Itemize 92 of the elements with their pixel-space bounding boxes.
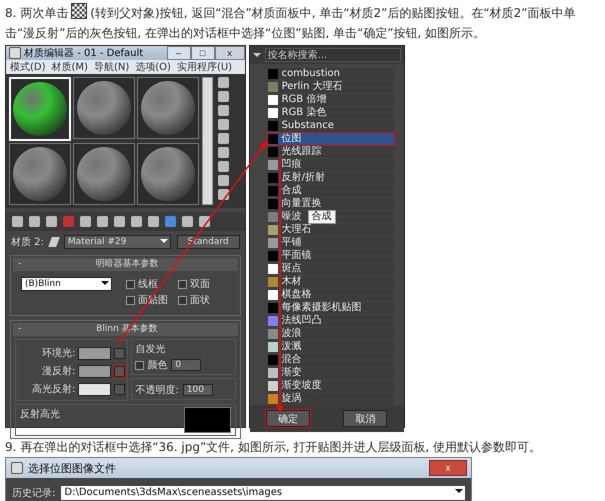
map-list-item[interactable]: 旋涡 xyxy=(268,393,394,405)
map-list-item[interactable]: 合成 xyxy=(268,185,394,197)
rollout-header[interactable]: - 明暗器基本参数 xyxy=(13,258,238,271)
tool-icon[interactable] xyxy=(218,91,229,102)
color-label: 高光反射: xyxy=(32,382,76,396)
tool-icon[interactable] xyxy=(131,216,142,227)
map-list-item[interactable]: Perlin 大理石 xyxy=(268,81,394,93)
map-list-item[interactable]: RGB 倍增 xyxy=(268,94,394,106)
tool-icon[interactable] xyxy=(182,216,193,227)
map-list-item[interactable]: Substance xyxy=(268,120,394,132)
opacity-label: 不透明度: xyxy=(135,384,179,397)
map-list-item[interactable]: 木材 xyxy=(268,276,394,288)
map-list-item[interactable]: 光线跟踪 xyxy=(268,146,394,158)
map-list-item[interactable]: 噪波 合成 xyxy=(268,211,394,223)
app-icon xyxy=(11,462,23,474)
map-button[interactable] xyxy=(114,384,126,394)
history-label: 历史记录: xyxy=(12,486,56,500)
history-dropdown[interactable]: D:\Documents\3dsMax\sceneassets\images xyxy=(61,486,465,500)
option-checkbox[interactable]: 面状 xyxy=(178,293,210,307)
map-button[interactable] xyxy=(114,366,126,376)
tool-icon[interactable] xyxy=(218,119,229,130)
tool-icon[interactable] xyxy=(12,216,23,227)
dialog-button[interactable]: 取消 xyxy=(343,410,388,427)
map-list-item[interactable]: 渐变坡度 xyxy=(268,380,394,392)
map-list-item[interactable]: 位图 xyxy=(268,133,394,145)
map-list-item[interactable]: 渐变 xyxy=(268,367,394,379)
color-swatch[interactable] xyxy=(78,346,112,360)
map-list-item[interactable]: 斑点 xyxy=(268,263,394,275)
dialog-button[interactable]: 确定 xyxy=(266,410,310,427)
tool-icon[interactable] xyxy=(148,216,159,227)
tool-icon[interactable] xyxy=(80,216,91,227)
menu-item[interactable]: 导航(N) xyxy=(94,60,130,74)
step-paragraph: 9. 再在弹出的对话框中选择“36. jpg”文件, 如图所示, 打开贴图并进人层级面板, 使用默认参数即可。 xyxy=(4,439,542,456)
option-checkbox[interactable]: 线框 xyxy=(126,277,168,291)
search-field[interactable]: 按名称搜索... xyxy=(250,46,404,64)
map-list-item[interactable]: 棋盘格 xyxy=(268,289,394,301)
map-list-item[interactable]: 混合 xyxy=(268,354,394,366)
material-label: 材质 2: xyxy=(11,236,44,249)
menu-item[interactable]: 材质(M) xyxy=(52,60,88,74)
tool-icon[interactable] xyxy=(46,216,57,227)
tool-icon[interactable] xyxy=(218,175,229,186)
eyedropper-icon[interactable] xyxy=(48,237,60,247)
map-list-item[interactable]: 泼溅 xyxy=(268,341,394,353)
tool-icon[interactable] xyxy=(97,216,108,227)
tool-icon[interactable] xyxy=(114,216,125,227)
group-title: 反射高光 xyxy=(20,408,60,422)
tool-icon[interactable] xyxy=(218,133,229,144)
window-button[interactable]: □ xyxy=(190,46,215,60)
map-list-item[interactable]: 大理石 xyxy=(268,224,394,236)
close-button[interactable]: x xyxy=(429,460,467,476)
tool-icon[interactable] xyxy=(63,216,74,227)
map-list-item[interactable]: RGB 染色 xyxy=(268,107,394,119)
map-list-item[interactable]: 波浪 xyxy=(268,328,394,340)
map-list-item[interactable]: 每像素摄影机贴图 xyxy=(268,302,394,314)
tool-icon[interactable] xyxy=(218,147,229,158)
tool-icon[interactable] xyxy=(29,216,40,227)
menu-item[interactable]: 实用程序(U) xyxy=(176,60,232,74)
value-spinner[interactable]: 0 xyxy=(171,359,202,371)
step-paragraph: 8. 两次单击 (转到父对象)按钮, 返回“混合”材质面板中, 单击“材质2”后的贴图按钮。在“材质2”面板中单击“漫反射”后的灰色按钮, 在弹出的对话框中选择“位图”贴图, 单击“确定”按钮, 如图所示。 xyxy=(0,0,605,43)
scrollbar[interactable] xyxy=(202,77,213,205)
group-title: 自发光 xyxy=(135,344,166,355)
map-list-item[interactable]: 向量置换 xyxy=(268,198,394,210)
color-swatch[interactable] xyxy=(78,364,112,378)
tool-icon[interactable] xyxy=(218,161,229,172)
tooltip: 合成 xyxy=(308,210,336,224)
menu-item[interactable]: 选项(O) xyxy=(135,60,171,74)
material-name-dropdown[interactable]: Material #29 xyxy=(64,235,171,249)
window-button[interactable]: x xyxy=(214,46,245,60)
map-button[interactable] xyxy=(114,348,126,358)
map-list-item[interactable]: 反射/折射 xyxy=(268,172,394,184)
color-checkbox[interactable]: 颜色 xyxy=(135,358,168,372)
shader-dropdown[interactable]: (B)Blinn xyxy=(21,277,112,291)
opacity-spinner[interactable]: 100 xyxy=(182,384,213,396)
tool-icon[interactable] xyxy=(165,216,176,227)
tool-icon[interactable] xyxy=(218,105,229,116)
map-list-item[interactable]: 凹痕 xyxy=(268,159,394,171)
map-list-item[interactable]: 平铺 xyxy=(268,237,394,249)
window-title: 材质编辑器 - 01 - Default xyxy=(24,46,144,60)
color-label: 漫反射: xyxy=(42,364,76,378)
map-list-item[interactable]: 平面镜 xyxy=(268,250,394,262)
parent-icon xyxy=(71,3,88,19)
window-button[interactable]: – xyxy=(166,46,191,60)
highlight-preview xyxy=(184,407,231,433)
map-list-item[interactable]: combustion xyxy=(268,68,394,80)
tool-icon[interactable] xyxy=(218,77,229,88)
menu-item[interactable]: 模式(D) xyxy=(10,60,46,74)
window-title: 选择位图图像文件 xyxy=(28,460,117,476)
map-list-item[interactable]: 法线凹凸 xyxy=(268,315,394,327)
app-icon xyxy=(9,47,21,59)
option-checkbox[interactable]: 双面 xyxy=(178,277,210,291)
color-label: 环境光: xyxy=(42,346,76,360)
color-swatch[interactable] xyxy=(78,382,112,396)
